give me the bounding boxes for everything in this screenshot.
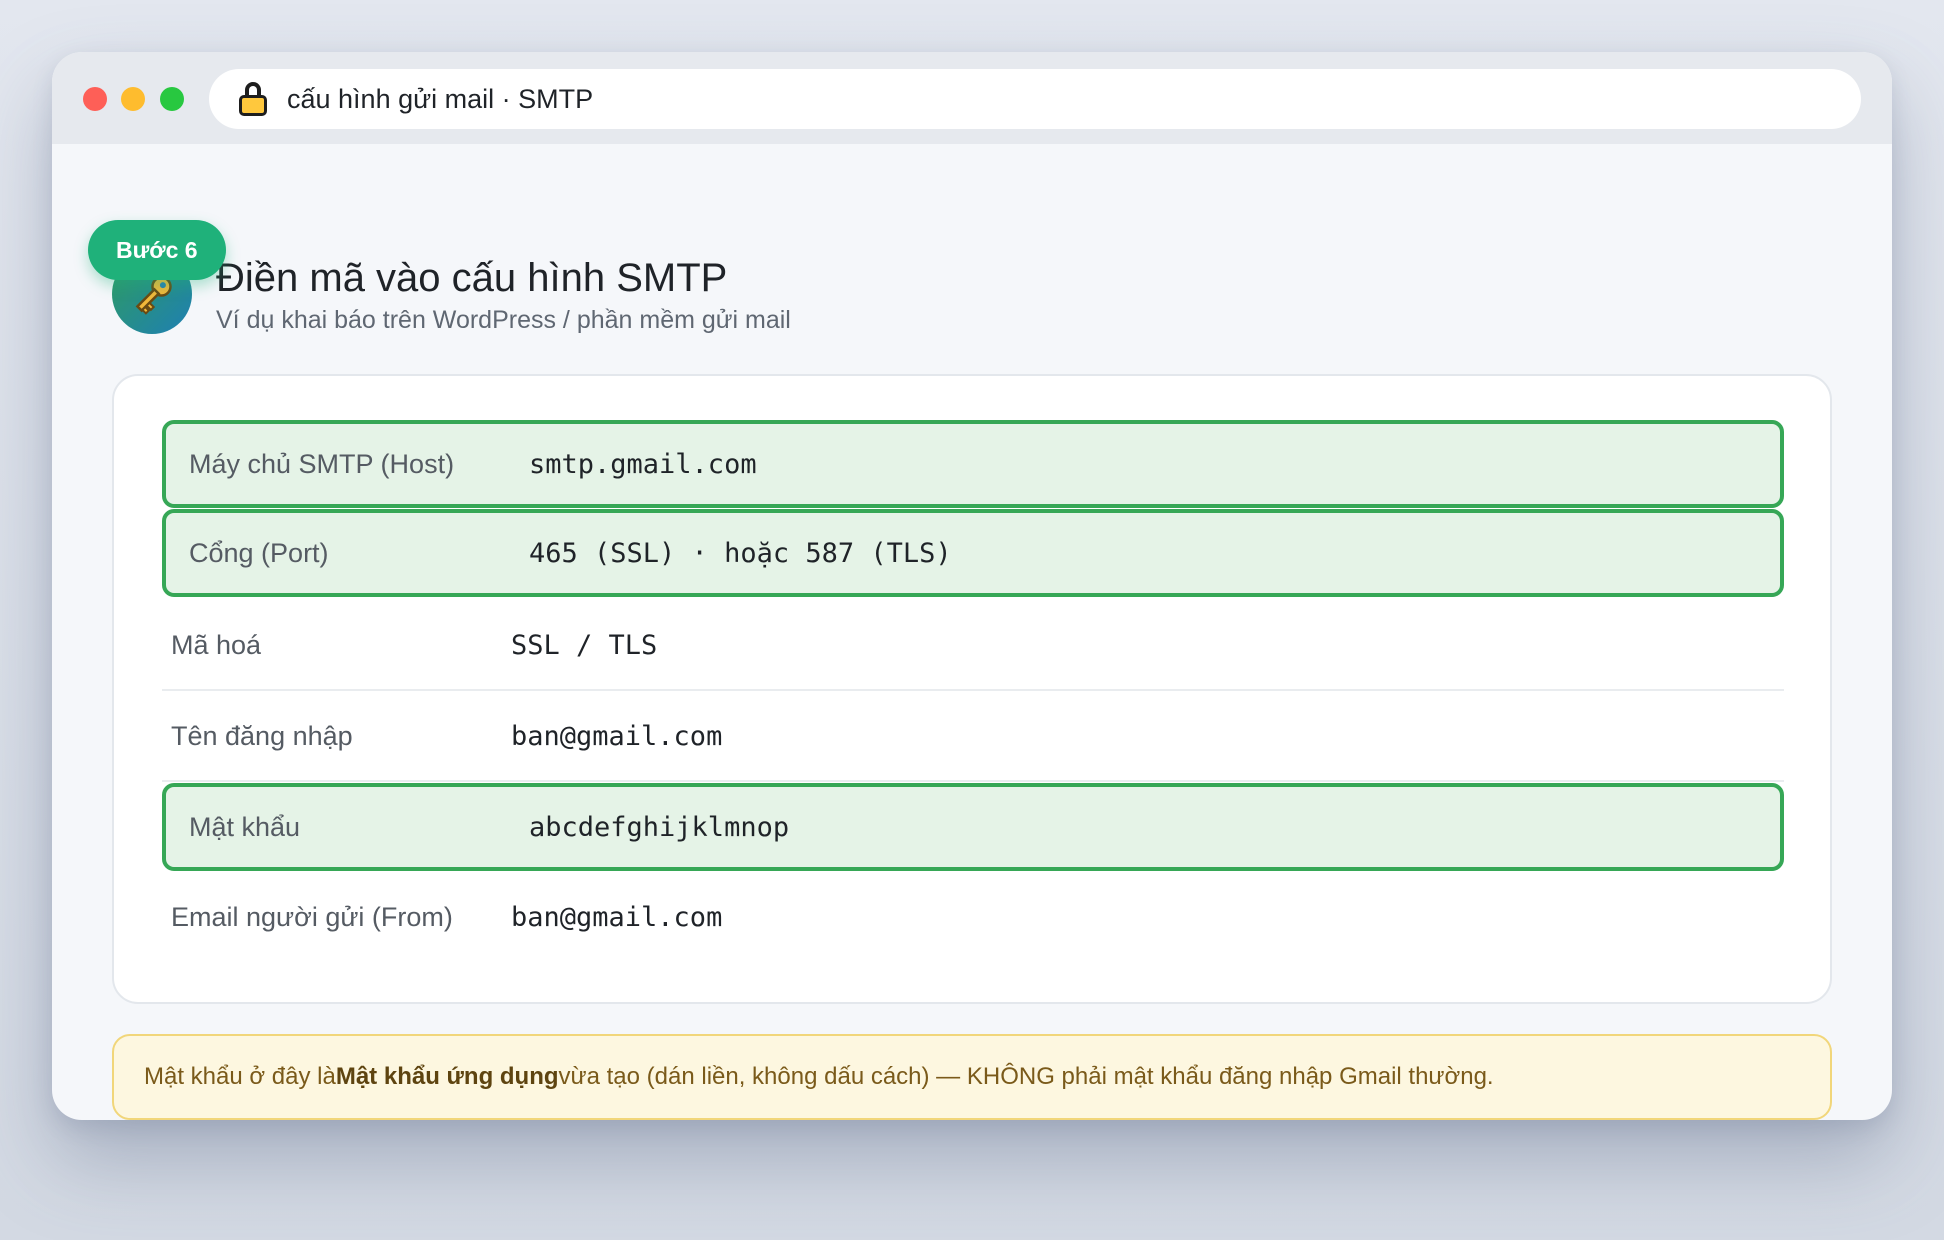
setting-row-host: Máy chủ SMTP (Host) smtp.gmail.com bbox=[162, 420, 1784, 508]
minimize-window-button[interactable] bbox=[121, 87, 145, 111]
setting-row-port: Cổng (Port) 465 (SSL) · hoặc 587 (TLS) bbox=[162, 509, 1784, 597]
close-window-button[interactable] bbox=[83, 87, 107, 111]
setting-label: Mã hoá bbox=[171, 629, 262, 660]
setting-row-username: Tên đăng nhập ban@gmail.com bbox=[162, 692, 1784, 782]
setting-label: Máy chủ SMTP (Host) bbox=[189, 448, 455, 479]
setting-value: ban@gmail.com bbox=[511, 720, 723, 752]
setting-value: smtp.gmail.com bbox=[529, 448, 757, 480]
setting-label: Tên đăng nhập bbox=[171, 720, 353, 751]
page-subtitle: Ví dụ khai báo trên WordPress / phần mềm… bbox=[216, 306, 791, 334]
setting-value: SSL / TLS bbox=[511, 629, 658, 661]
browser-window: cấu hình gửi mail · SMTP Bước 6 Điền mã … bbox=[52, 52, 1892, 1120]
maximize-window-button[interactable] bbox=[160, 87, 184, 111]
setting-value: abcdefghijklmnop bbox=[529, 811, 790, 843]
lock-icon bbox=[239, 82, 267, 116]
setting-row-password: Mật khẩu abcdefghijklmnop bbox=[162, 783, 1784, 871]
smtp-settings-card: Máy chủ SMTP (Host) smtp.gmail.com Cổng … bbox=[112, 374, 1832, 1004]
note-suffix: vừa tạo (dán liền, không dấu cách) — KHÔ… bbox=[558, 1063, 1494, 1090]
address-text: cấu hình gửi mail · SMTP bbox=[287, 83, 594, 114]
title-bar: cấu hình gửi mail · SMTP bbox=[52, 52, 1892, 144]
setting-row-from-email: Email người gửi (From) ban@gmail.com bbox=[162, 872, 1784, 962]
step-badge: Bước 6 bbox=[88, 220, 226, 280]
note-prefix: Mật khẩu ở đây là bbox=[144, 1063, 336, 1090]
setting-label: Email người gửi (From) bbox=[171, 901, 453, 932]
address-bar[interactable]: cấu hình gửi mail · SMTP bbox=[209, 69, 1861, 129]
setting-label: Mật khẩu bbox=[189, 811, 301, 842]
setting-value: 465 (SSL) · hoặc 587 (TLS) bbox=[529, 537, 952, 569]
setting-row-encryption: Mã hoá SSL / TLS bbox=[162, 601, 1784, 691]
note-bold-text: Mật khẩu ứng dụng bbox=[335, 1063, 559, 1090]
setting-label: Cổng (Port) bbox=[189, 537, 329, 568]
page-title: Điền mã vào cấu hình SMTP bbox=[216, 256, 728, 300]
setting-value: ban@gmail.com bbox=[511, 901, 723, 933]
page-content: Bước 6 Điền mã vào cấu hình SMTP Ví dụ k… bbox=[52, 144, 1892, 1120]
password-note: Mật khẩu ở đây là Mật khẩu ứng dụng vừa … bbox=[112, 1034, 1832, 1120]
